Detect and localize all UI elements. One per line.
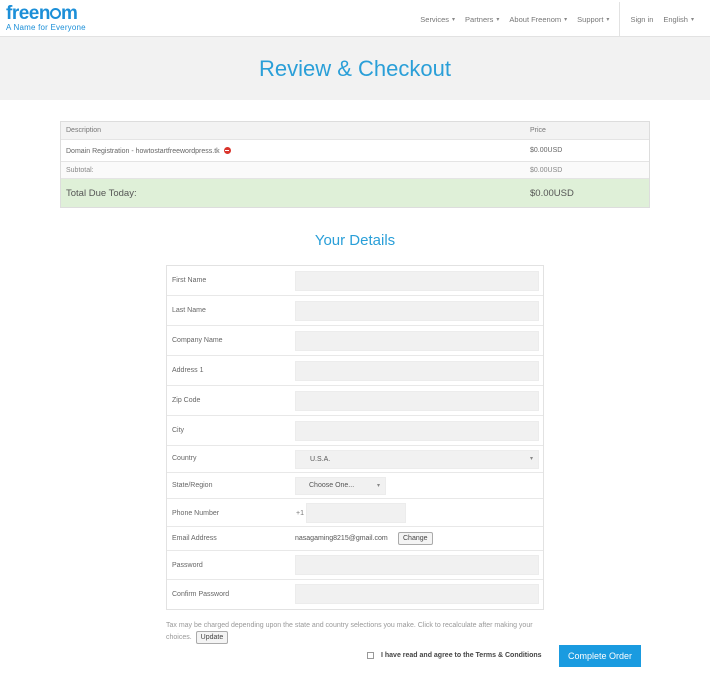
nav-about-label: About Freenom — [509, 14, 562, 24]
state-label: State/Region — [172, 482, 213, 489]
description-header: Description — [66, 127, 102, 134]
country-value: U.S.A. — [310, 456, 331, 463]
password-row: Password — [167, 551, 543, 580]
agree-text: I have read and agree to the — [381, 652, 474, 659]
freenom-logo[interactable]: freen m A Name for Everyone — [6, 4, 86, 33]
nav-partners[interactable]: Partners ▾ — [465, 15, 499, 24]
last-name-field[interactable] — [295, 301, 539, 321]
email-row: Email Address nasagaming8215@gmail.com C… — [167, 527, 543, 551]
city-label: City — [172, 427, 185, 434]
page-banner: Review & Checkout — [0, 37, 710, 100]
nav-about[interactable]: About Freenom ▾ — [509, 15, 567, 24]
top-bar: freen m A Name for Everyone Services ▾ Par… — [0, 0, 710, 37]
subtotal-label: Subtotal: — [66, 166, 94, 174]
logo-word-start: freen — [6, 3, 50, 24]
nav-services-label: Services — [420, 14, 450, 24]
change-email-button[interactable]: Change — [398, 532, 433, 545]
phone-row: Phone Number +1 — [167, 499, 543, 527]
subtotal-value: $0.00USD — [530, 166, 563, 174]
order-summary-table: Description Price Domain Registration - … — [60, 121, 650, 208]
country-select[interactable]: U.S.A. ▾ — [295, 450, 539, 469]
terms-agreement: I have read and agree to the Terms & Con… — [367, 652, 542, 659]
logo-tagline: A Name for Everyone — [6, 23, 86, 32]
page-title: Review & Checkout — [259, 56, 451, 81]
phone-prefix: +1 — [296, 510, 304, 517]
item-price: $0.00USD — [530, 147, 563, 154]
nav-support-label: Support — [577, 14, 604, 24]
company-name-label: Company Name — [172, 337, 223, 344]
address1-label: Address 1 — [172, 367, 204, 374]
state-select[interactable]: Choose One... ▾ — [295, 477, 386, 495]
address1-row: Address 1 — [167, 356, 543, 386]
tax-note: Tax may be charged depending upon the st… — [166, 621, 552, 644]
complete-order-button[interactable]: Complete Order — [559, 645, 641, 667]
confirm-password-field[interactable] — [295, 584, 539, 604]
chevron-down-icon: ▾ — [376, 483, 380, 489]
language-label: English — [663, 14, 688, 24]
last-name-row: Last Name — [167, 296, 543, 326]
confirm-password-label: Confirm Password — [172, 591, 230, 598]
city-field[interactable] — [295, 421, 539, 441]
state-row: State/Region Choose One... ▾ — [167, 473, 543, 499]
country-label: Country — [172, 455, 197, 462]
country-row: Country U.S.A. ▾ — [167, 446, 543, 473]
update-button[interactable]: Update — [195, 631, 229, 644]
language-selector[interactable]: English ▾ — [663, 15, 694, 24]
city-row: City — [167, 416, 543, 446]
nav-services[interactable]: Services ▾ — [420, 15, 455, 24]
confirm-password-row: Confirm Password — [167, 580, 543, 609]
nav-partners-label: Partners — [465, 14, 494, 24]
logo-o-ring — [49, 8, 61, 19]
chevron-down-icon: ▾ — [606, 16, 610, 23]
order-item-row: Domain Registration - howtostartfreeword… — [61, 140, 649, 162]
chevron-down-icon: ▾ — [452, 16, 456, 23]
phone-field[interactable] — [306, 503, 406, 523]
chevron-down-icon: ▾ — [496, 16, 500, 23]
company-name-row: Company Name — [167, 326, 543, 356]
terms-checkbox[interactable] — [367, 652, 374, 659]
chevron-down-icon: ▾ — [690, 16, 694, 23]
zip-row: Zip Code — [167, 386, 543, 416]
email-value: nasagaming8215@gmail.com — [295, 535, 388, 542]
first-name-label: First Name — [172, 277, 207, 284]
email-label: Email Address — [172, 535, 217, 542]
first-name-field[interactable] — [295, 271, 539, 291]
address1-field[interactable] — [295, 361, 539, 381]
phone-label: Phone Number — [172, 510, 220, 517]
nav-support[interactable]: Support ▾ — [577, 15, 609, 24]
first-name-row: First Name — [167, 266, 543, 296]
chevron-down-icon: ▾ — [564, 16, 568, 23]
total-row: Total Due Today: $0.00USD — [61, 179, 649, 207]
main-nav: Services ▾ Partners ▾ About Freenom ▾ Suppo… — [420, 2, 710, 36]
total-label: Total Due Today: — [66, 187, 137, 199]
state-value: Choose One... — [309, 482, 355, 489]
chevron-down-icon: ▾ — [529, 456, 533, 462]
logo-word-end: m — [60, 3, 78, 24]
remove-icon[interactable] — [223, 146, 231, 154]
item-description-cell: Domain Registration - howtostartfreeword… — [61, 146, 526, 155]
nav-divider — [619, 2, 621, 36]
total-value: $0.00USD — [530, 187, 574, 199]
logo-wordmark: freen m — [6, 4, 86, 24]
price-header: Price — [530, 127, 546, 134]
details-form: First Name Last Name Company Name Addres… — [166, 265, 544, 610]
subtotal-row: Subtotal: $0.00USD — [61, 162, 649, 179]
company-name-field[interactable] — [295, 331, 539, 351]
order-header-row: Description Price — [61, 122, 649, 140]
zip-label: Zip Code — [172, 397, 201, 404]
zip-field[interactable] — [295, 391, 539, 411]
password-label: Password — [172, 562, 203, 569]
password-field[interactable] — [295, 555, 539, 575]
sign-in-link[interactable]: Sign in — [630, 15, 653, 24]
item-description: Domain Registration - howtostartfreeword… — [66, 147, 220, 155]
your-details-title: Your Details — [314, 232, 396, 249]
terms-link[interactable]: Terms & Conditions — [476, 652, 542, 659]
last-name-label: Last Name — [172, 307, 206, 314]
